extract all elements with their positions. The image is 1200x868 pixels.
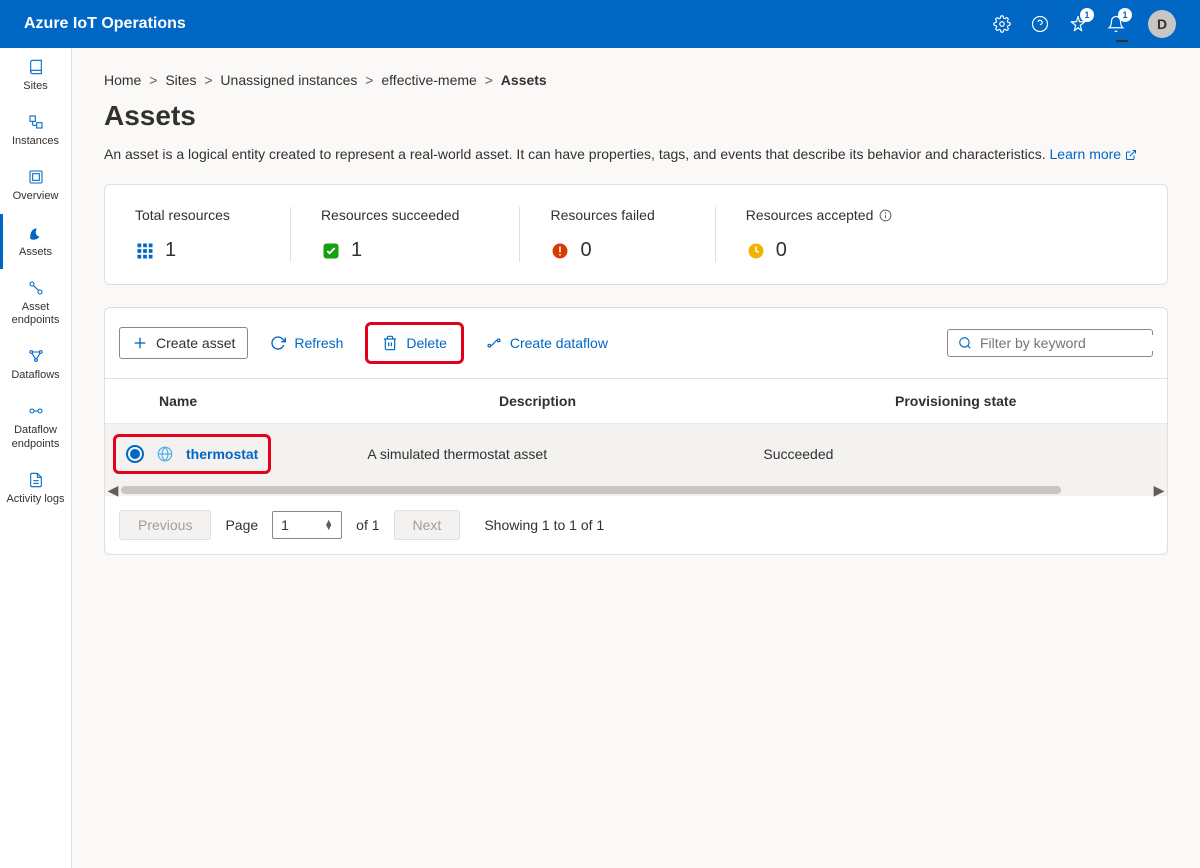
create-dataflow-button[interactable]: Create dataflow [474, 328, 620, 358]
refresh-button[interactable]: Refresh [258, 328, 355, 358]
sidebar-item-asset-endpoints[interactable]: Asset endpoints [0, 269, 71, 337]
assets-table-card: Create asset Refresh Delete Create dataf… [104, 307, 1168, 555]
dataflows-icon [27, 347, 45, 365]
cell-provisioning: Succeeded [763, 446, 1149, 462]
overview-icon [27, 168, 45, 186]
scroll-left-icon[interactable]: ◀ [107, 484, 119, 496]
page-label: Page [225, 517, 258, 533]
nav-label: Dataflow endpoints [4, 424, 67, 450]
sidebar-item-dataflows[interactable]: Dataflows [0, 337, 71, 392]
stat-total: Total resources 1 [135, 207, 291, 262]
row-selection-highlight: thermostat [113, 434, 271, 474]
diagnostics-badge: 1 [1080, 8, 1094, 22]
header-actions: 1 1 D [992, 10, 1176, 38]
breadcrumb-current: Assets [501, 72, 547, 88]
next-button[interactable]: Next [394, 510, 461, 540]
app-title: Azure IoT Operations [24, 15, 992, 33]
create-asset-button[interactable]: Create asset [119, 327, 248, 359]
bell-icon[interactable]: 1 [1106, 14, 1126, 34]
instances-icon [27, 113, 45, 131]
delete-button[interactable]: Delete [365, 322, 463, 364]
page-description: An asset is a logical entity created to … [104, 146, 1168, 162]
row-radio[interactable] [126, 445, 144, 463]
main-content: Home > Sites > Unassigned instances > ef… [72, 48, 1200, 868]
info-icon[interactable] [879, 209, 892, 222]
dataflow-icon [486, 335, 502, 351]
table-header: Name Description Provisioning state [105, 379, 1167, 424]
breadcrumb: Home > Sites > Unassigned instances > ef… [104, 72, 1168, 88]
pagination: Previous Page 1 ▲▼ of 1 Next Showing 1 t… [105, 496, 1167, 554]
showing-label: Showing 1 to 1 of 1 [484, 517, 604, 533]
filter-input[interactable] [980, 335, 1161, 351]
nav-label: Overview [13, 190, 59, 203]
filter-input-wrapper[interactable] [947, 329, 1153, 357]
breadcrumb-home[interactable]: Home [104, 72, 141, 88]
search-icon [958, 336, 972, 350]
sidebar-item-sites[interactable]: Sites [0, 48, 71, 103]
stat-succeeded: Resources succeeded 1 [321, 207, 521, 262]
asset-endpoints-icon [27, 279, 45, 297]
assets-icon [27, 224, 45, 242]
breadcrumb-sites[interactable]: Sites [165, 72, 196, 88]
refresh-icon [270, 335, 286, 351]
gear-icon[interactable] [992, 14, 1012, 34]
stats-card: Total resources 1 Resources succeeded 1 … [104, 184, 1168, 285]
toolbar: Create asset Refresh Delete Create dataf… [105, 308, 1167, 379]
breadcrumb-unassigned[interactable]: Unassigned instances [220, 72, 357, 88]
nav-label: Sites [23, 80, 47, 93]
scroll-right-icon[interactable]: ▶ [1153, 484, 1165, 496]
sidebar-item-assets[interactable]: Assets [0, 214, 71, 269]
asset-name-link[interactable]: thermostat [186, 446, 258, 462]
nav-label: Instances [12, 135, 59, 148]
sidebar: Sites Instances Overview Assets Asset en… [0, 48, 72, 868]
grid-icon [135, 241, 155, 261]
page-stepper[interactable]: ▲▼ [324, 520, 333, 531]
horizontal-scrollbar[interactable]: ◀ ▶ [105, 484, 1167, 496]
success-icon [321, 241, 341, 261]
nav-label: Activity logs [6, 493, 64, 506]
table-row[interactable]: thermostat A simulated thermostat asset … [105, 424, 1167, 484]
diagnostics-icon[interactable]: 1 [1068, 14, 1088, 34]
col-provisioning[interactable]: Provisioning state [895, 393, 1149, 409]
sites-icon [27, 58, 45, 76]
nav-label: Assets [19, 246, 52, 259]
failed-icon [550, 241, 570, 261]
help-icon[interactable] [1030, 14, 1050, 34]
nav-label: Dataflows [11, 369, 59, 382]
asset-type-icon [156, 445, 174, 463]
learn-more-link[interactable]: Learn more [1050, 146, 1137, 162]
stat-failed: Resources failed 0 [550, 207, 715, 262]
scroll-thumb[interactable] [121, 486, 1061, 494]
nav-label: Asset endpoints [4, 301, 67, 327]
stat-accepted: Resources accepted 0 [746, 207, 953, 262]
sidebar-item-dataflow-endpoints[interactable]: Dataflow endpoints [0, 392, 71, 460]
sidebar-item-overview[interactable]: Overview [0, 158, 71, 213]
of-label: of 1 [356, 517, 379, 533]
activity-logs-icon [27, 471, 45, 489]
avatar[interactable]: D [1148, 10, 1176, 38]
col-description[interactable]: Description [499, 393, 895, 409]
breadcrumb-instance[interactable]: effective-meme [381, 72, 476, 88]
dataflow-endpoints-icon [27, 402, 45, 420]
app-header: Azure IoT Operations 1 1 D [0, 0, 1200, 48]
page-number-input[interactable]: 1 ▲▼ [272, 511, 342, 539]
trash-icon [382, 335, 398, 351]
clock-icon [746, 241, 766, 261]
sidebar-item-instances[interactable]: Instances [0, 103, 71, 158]
sidebar-item-activity-logs[interactable]: Activity logs [0, 461, 71, 516]
page-title: Assets [104, 100, 1168, 132]
assets-table: Name Description Provisioning state ther… [105, 379, 1167, 496]
notifications-badge: 1 [1118, 8, 1132, 22]
plus-icon [132, 335, 148, 351]
previous-button[interactable]: Previous [119, 510, 211, 540]
cell-description: A simulated thermostat asset [367, 446, 763, 462]
col-name[interactable]: Name [159, 393, 499, 409]
